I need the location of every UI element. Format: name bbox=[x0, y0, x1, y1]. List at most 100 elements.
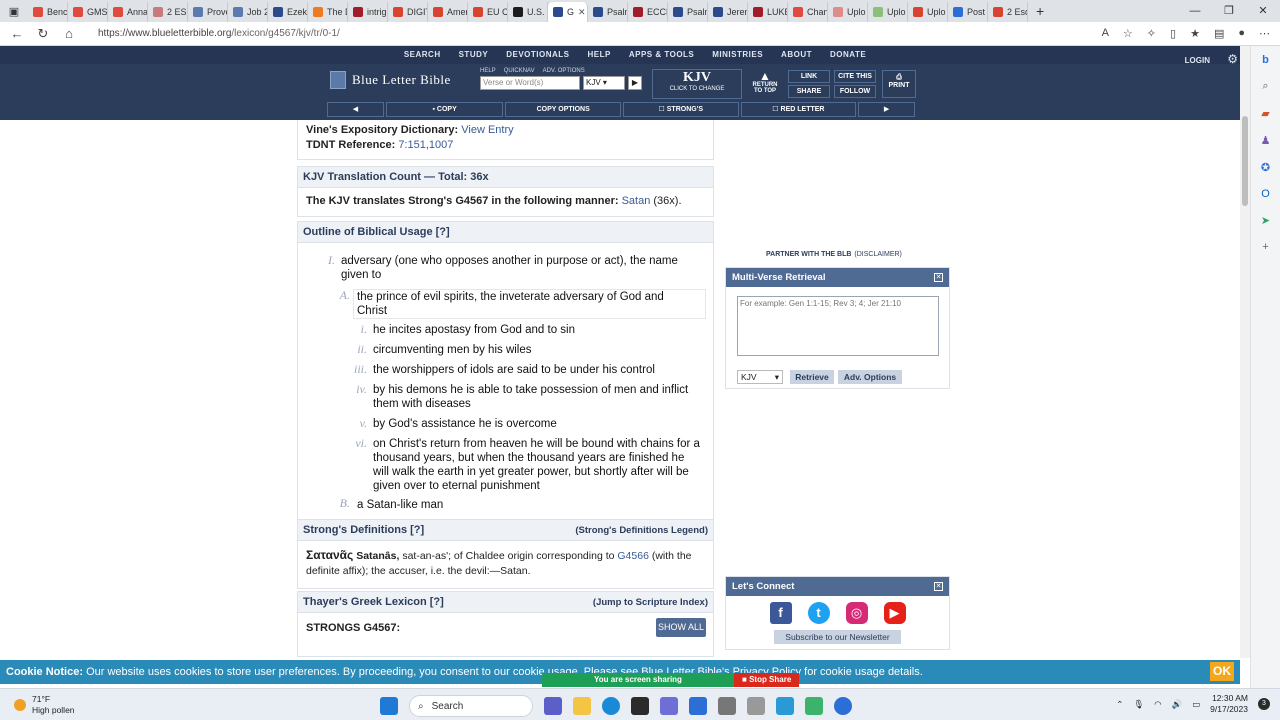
browser-tab[interactable]: Uplo bbox=[868, 2, 908, 22]
outlook-icon[interactable]: O bbox=[1261, 188, 1270, 200]
follow-button[interactable]: FOLLOW bbox=[834, 85, 876, 98]
new-tab-button[interactable]: + bbox=[1028, 3, 1052, 19]
retrieve-button[interactable]: Retrieve bbox=[790, 370, 834, 384]
outline-help-link[interactable]: Outline of Biblical Usage [?] bbox=[303, 226, 450, 238]
quicknav-link[interactable]: QUICKNAV bbox=[504, 68, 535, 74]
read-aloud-icon[interactable]: A bbox=[1102, 27, 1109, 40]
wifi-icon[interactable]: ◠ bbox=[1154, 699, 1161, 710]
favorites-icon[interactable]: ★ bbox=[1190, 27, 1200, 40]
browser-tab[interactable]: intrig bbox=[348, 2, 388, 22]
cookie-ok-button[interactable]: OK bbox=[1210, 662, 1234, 681]
page-scrollbar[interactable] bbox=[1240, 46, 1250, 658]
store-icon[interactable] bbox=[631, 697, 649, 715]
calculator-icon[interactable] bbox=[776, 697, 794, 715]
browser-tab[interactable]: Ezeki bbox=[268, 2, 308, 22]
screen-share-app-icon[interactable] bbox=[805, 697, 823, 715]
print-button[interactable]: ⎙ PRINT bbox=[882, 70, 916, 98]
browser-tab[interactable]: Uplo bbox=[908, 2, 948, 22]
return-to-top-button[interactable]: ▲ RETURN TO TOP bbox=[750, 70, 780, 94]
copy-options-button[interactable]: COPY OPTIONS bbox=[505, 102, 621, 117]
notepad-icon[interactable] bbox=[747, 697, 765, 715]
nav-search[interactable]: SEARCH bbox=[404, 46, 441, 64]
start-windows-icon[interactable] bbox=[380, 697, 398, 715]
url-field[interactable]: https://www.blueletterbible.org/lexicon/… bbox=[98, 28, 1102, 39]
nav-help[interactable]: HELP bbox=[588, 46, 611, 64]
help-link[interactable]: HELP bbox=[480, 68, 496, 74]
copy-button[interactable]: ▪ COPY bbox=[385, 102, 504, 117]
close-tab-icon[interactable]: ✕ bbox=[578, 7, 586, 18]
close-window-button[interactable]: ✕ bbox=[1246, 0, 1280, 22]
nav-apps-tools[interactable]: APPS & TOOLS bbox=[629, 46, 694, 64]
taskbar-search[interactable]: ⌕ Search bbox=[409, 695, 533, 717]
facebook-icon[interactable]: f bbox=[769, 602, 792, 624]
browser-tab[interactable]: Psalm bbox=[668, 2, 708, 22]
version-select[interactable]: KJV ▾ bbox=[583, 76, 625, 90]
version-change-button[interactable]: KJV CLICK TO CHANGE bbox=[652, 69, 742, 99]
verse-list-input[interactable] bbox=[737, 296, 939, 356]
browser-tab[interactable]: Post bbox=[948, 2, 988, 22]
show-all-button[interactable]: SHOW ALL bbox=[656, 618, 706, 637]
nav-ministries[interactable]: MINISTRIES bbox=[712, 46, 763, 64]
notification-badge[interactable]: 3 bbox=[1258, 698, 1270, 710]
close-icon[interactable]: ✕ bbox=[934, 273, 943, 282]
tdnt-reference-link[interactable]: 7:151,1007 bbox=[398, 139, 453, 151]
copilot-icon[interactable] bbox=[660, 697, 678, 715]
teams-icon[interactable] bbox=[544, 697, 562, 715]
edge-icon[interactable] bbox=[602, 697, 620, 715]
search-go-button[interactable]: ▶ bbox=[628, 76, 642, 90]
jump-to-scripture-index-link[interactable]: (Jump to Scripture Index) bbox=[593, 597, 708, 608]
collections-icon[interactable]: ▤ bbox=[1214, 27, 1224, 40]
settings-icon[interactable] bbox=[718, 697, 736, 715]
nav-about[interactable]: ABOUT bbox=[781, 46, 812, 64]
instagram-icon[interactable]: ◎ bbox=[845, 602, 868, 624]
browser-tab[interactable]: GMS bbox=[68, 2, 108, 22]
g4566-link[interactable]: G4566 bbox=[617, 550, 649, 562]
favorite-star-icon[interactable]: ☆ bbox=[1123, 27, 1133, 40]
partner-link[interactable]: PARTNER WITH THE BLB bbox=[766, 251, 851, 258]
browser-tab[interactable]: Uplo bbox=[828, 2, 868, 22]
browser-tab[interactable]: LUKE bbox=[748, 2, 788, 22]
maximize-button[interactable]: ❐ bbox=[1212, 0, 1246, 22]
clock[interactable]: 12:30 AM 9/17/2023 bbox=[1210, 693, 1248, 715]
browser-tab[interactable]: Benc bbox=[28, 2, 68, 22]
strongs-toggle[interactable]: ☐ STRONG'S bbox=[623, 102, 739, 117]
blb-logo[interactable]: Blue Letter Bible bbox=[330, 71, 451, 89]
drop-icon[interactable]: ➤ bbox=[1261, 214, 1270, 227]
settings-more-icon[interactable]: ⋯ bbox=[1259, 27, 1270, 40]
browser-tab[interactable]: Amer bbox=[428, 2, 468, 22]
browser-tab[interactable]: EU Cl bbox=[468, 2, 508, 22]
browser-tab[interactable]: The D bbox=[308, 2, 348, 22]
weather-widget[interactable]: 71°F High pollen bbox=[14, 694, 75, 716]
red-letter-toggle[interactable]: ☐ RED LETTER bbox=[740, 102, 857, 117]
zoom-icon[interactable] bbox=[834, 697, 852, 715]
volume-icon[interactable]: 🔊 bbox=[1172, 699, 1183, 710]
reload-button[interactable]: ↻ bbox=[30, 26, 56, 42]
back-button[interactable]: ← bbox=[4, 26, 30, 41]
nav-devotionals[interactable]: DEVOTIONALS bbox=[506, 46, 569, 64]
tools-icon[interactable]: ♟ bbox=[1261, 134, 1271, 147]
sidebar-search-icon[interactable]: ⌕ bbox=[1262, 80, 1268, 93]
browser-tab[interactable]: Chan bbox=[788, 2, 828, 22]
twitter-icon[interactable]: t bbox=[807, 602, 830, 624]
cite-this-button[interactable]: CITE THIS bbox=[834, 70, 876, 83]
battery-icon[interactable]: ▭ bbox=[1192, 699, 1200, 710]
extensions-icon[interactable]: ✧ bbox=[1147, 27, 1156, 40]
thayers-help-link[interactable]: Thayer's Greek Lexicon [?] bbox=[303, 596, 444, 608]
login-link[interactable]: LOGIN bbox=[1185, 56, 1210, 65]
disclaimer-link[interactable]: (DISCLAIMER) bbox=[854, 251, 901, 258]
browser-tab[interactable]: DIGIT bbox=[388, 2, 428, 22]
chevron-up-icon[interactable]: ⌃ bbox=[1116, 699, 1123, 710]
nav-donate[interactable]: DONATE bbox=[830, 46, 866, 64]
scrollbar-thumb[interactable] bbox=[1242, 116, 1248, 206]
adv-options-link[interactable]: ADV. OPTIONS bbox=[543, 68, 585, 74]
window-menu-icon[interactable]: ▣ bbox=[0, 0, 28, 22]
file-explorer-icon[interactable] bbox=[573, 697, 591, 715]
bing-copilot-icon[interactable]: b bbox=[1262, 54, 1269, 66]
browser-tab[interactable]: Prove bbox=[188, 2, 228, 22]
stop-share-button[interactable]: ■ Stop Share bbox=[734, 673, 800, 687]
strongs-legend-link[interactable]: (Strong's Definitions Legend) bbox=[575, 525, 708, 536]
browser-tab[interactable]: ECCL bbox=[628, 2, 668, 22]
nav-study[interactable]: STUDY bbox=[459, 46, 489, 64]
vines-view-entry-link[interactable]: View Entry bbox=[461, 124, 513, 136]
split-screen-icon[interactable]: ▯ bbox=[1170, 27, 1176, 40]
